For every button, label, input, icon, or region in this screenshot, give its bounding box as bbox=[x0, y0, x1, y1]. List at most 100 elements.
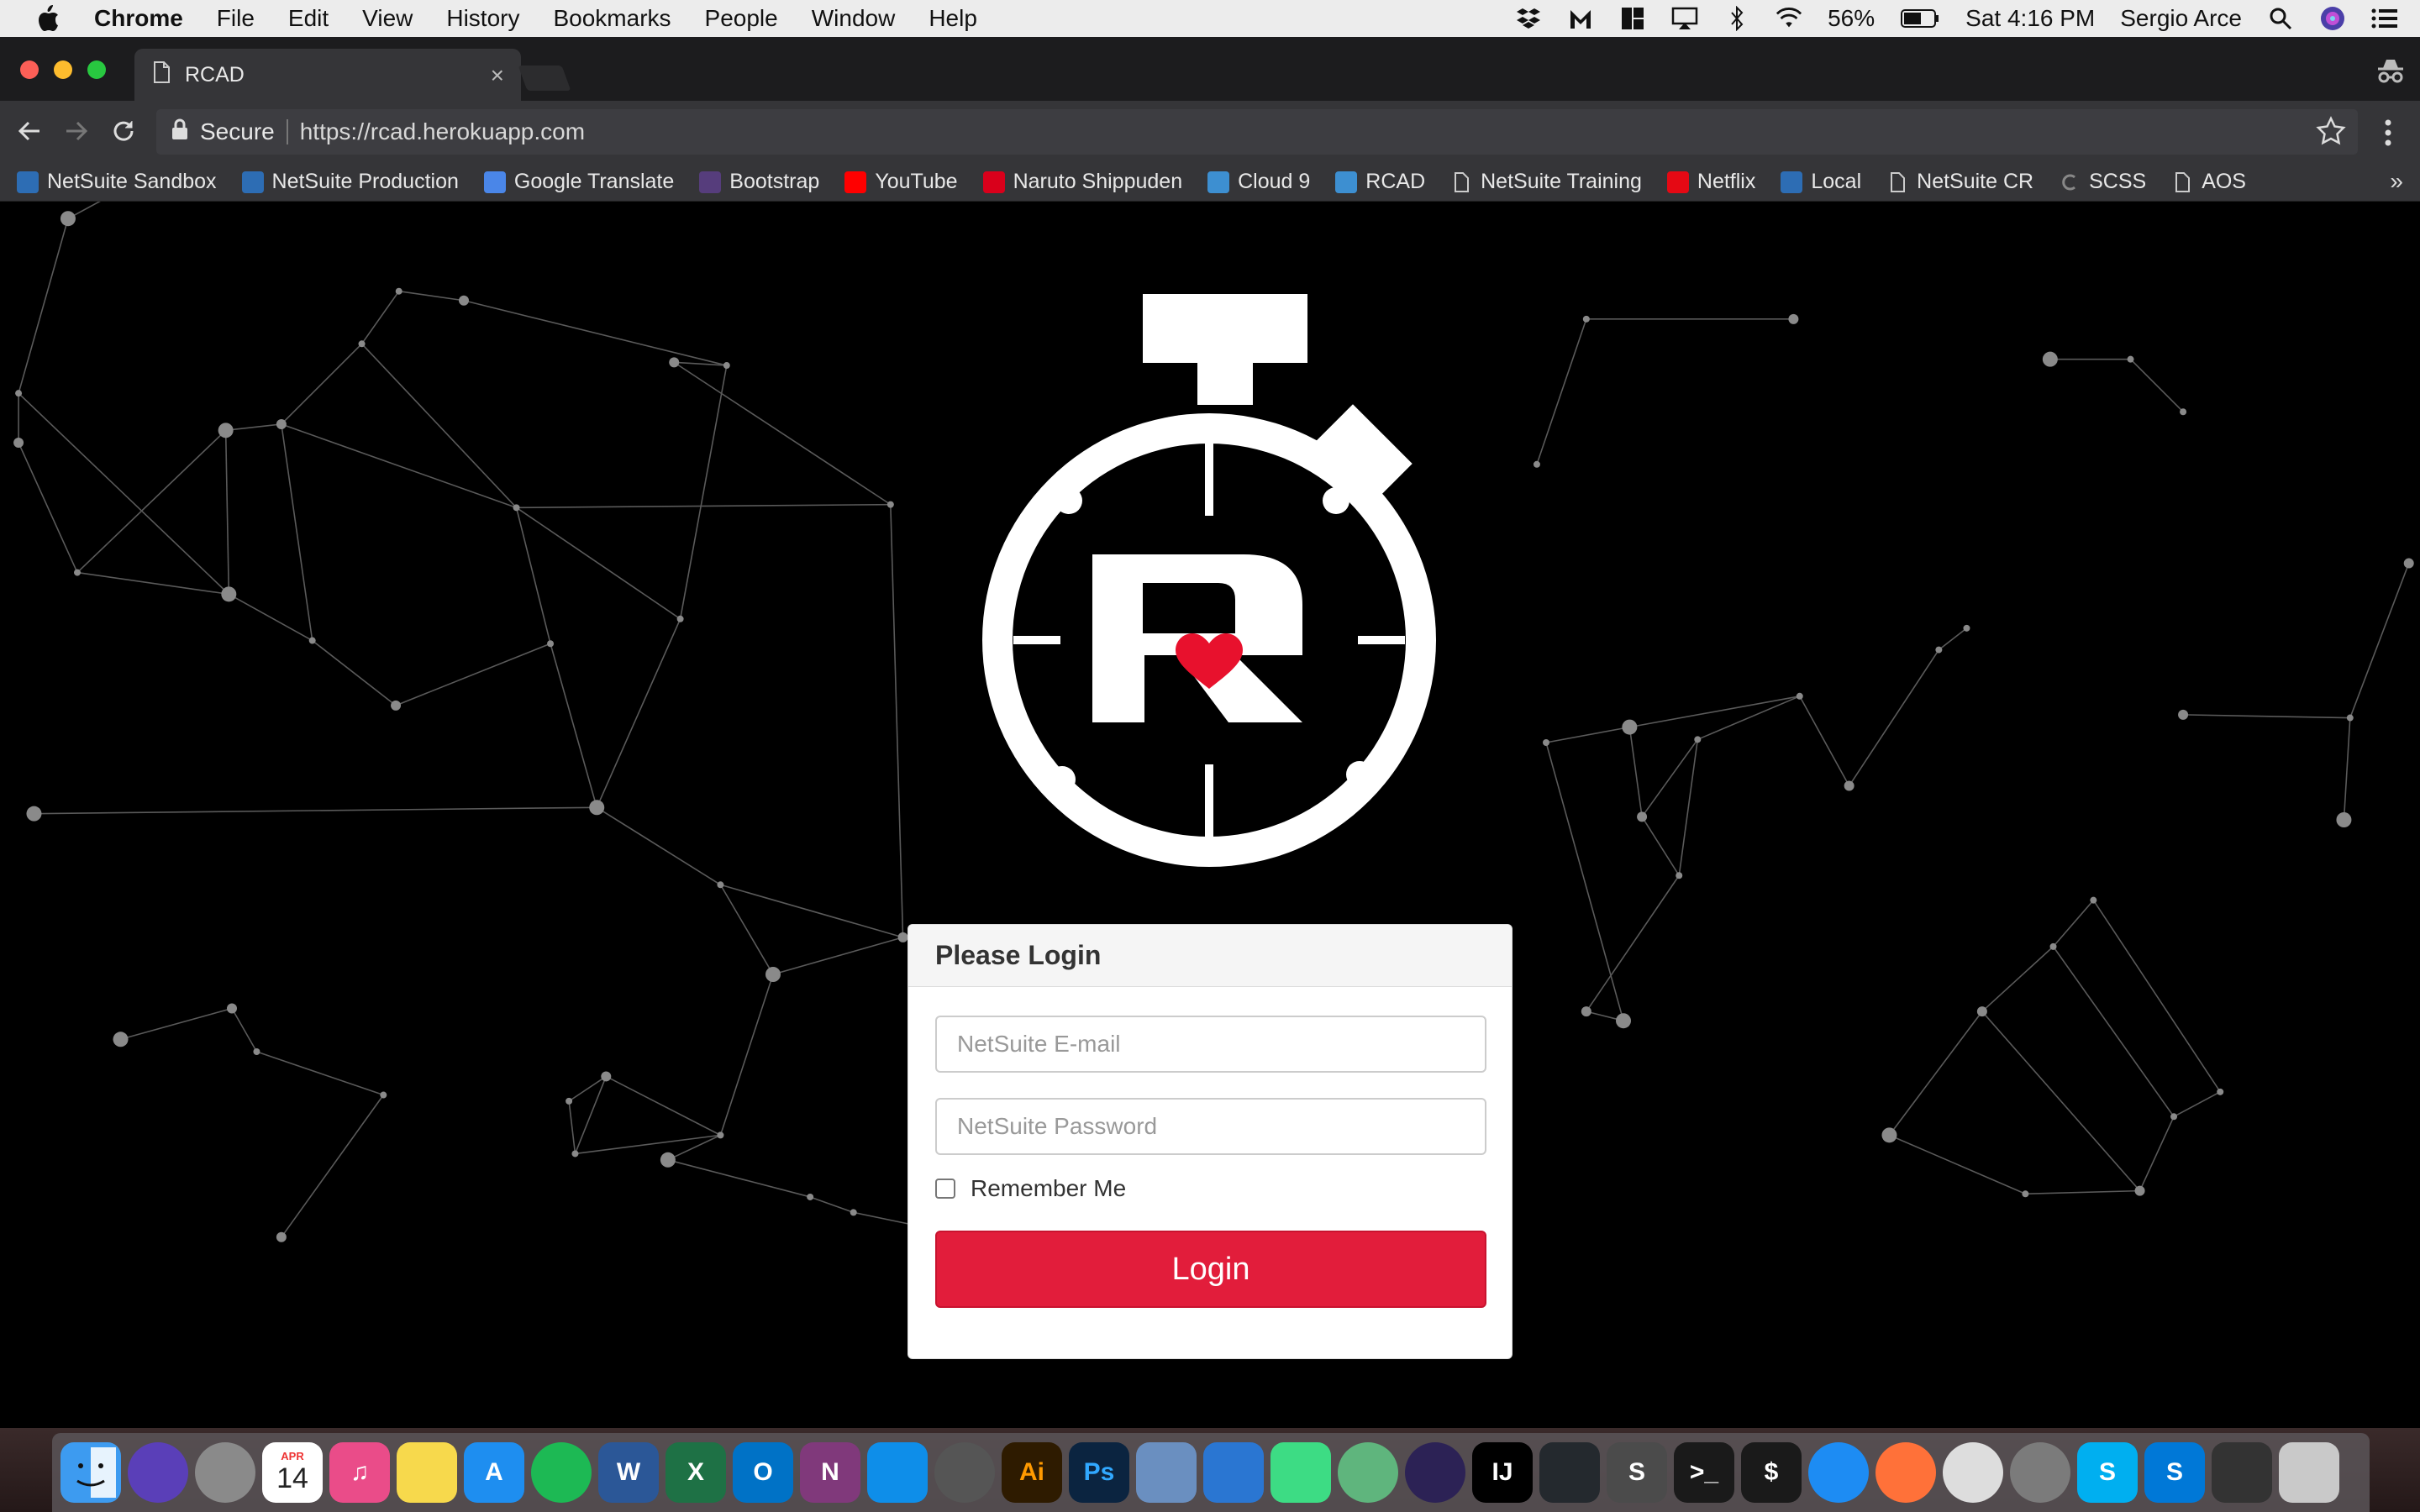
malwarebytes-icon[interactable] bbox=[1567, 5, 1594, 32]
menu-help[interactable]: Help bbox=[929, 5, 977, 32]
network-line bbox=[281, 1095, 384, 1238]
android-studio-icon[interactable] bbox=[1270, 1442, 1331, 1503]
illustrator-icon[interactable]: Ai bbox=[1002, 1442, 1062, 1503]
siri-icon[interactable] bbox=[2319, 5, 2346, 32]
bookmark-item[interactable]: Netflix bbox=[1666, 170, 1755, 194]
trash-icon[interactable] bbox=[2279, 1442, 2339, 1503]
new-tab-button[interactable] bbox=[518, 66, 571, 91]
system-preferences-icon[interactable] bbox=[2010, 1442, 2070, 1503]
menu-bookmarks[interactable]: Bookmarks bbox=[553, 5, 671, 32]
eclipse-icon[interactable] bbox=[1405, 1442, 1465, 1503]
chrome-menu-icon[interactable] bbox=[2378, 118, 2398, 148]
lock-icon[interactable] bbox=[171, 118, 188, 146]
close-window-icon[interactable] bbox=[20, 60, 39, 79]
bookmark-item[interactable]: Local bbox=[1781, 170, 1861, 194]
itunes-icon[interactable]: ♫ bbox=[329, 1442, 390, 1503]
menu-edit[interactable]: Edit bbox=[288, 5, 329, 32]
wifi-icon[interactable] bbox=[1776, 5, 1802, 32]
terminal-icon[interactable]: >_ bbox=[1674, 1442, 1734, 1503]
instruments-icon[interactable] bbox=[934, 1442, 995, 1503]
secure-label[interactable]: Secure bbox=[200, 118, 275, 145]
launchpad-icon[interactable] bbox=[195, 1442, 255, 1503]
bookmark-item[interactable]: Naruto Shippuden bbox=[982, 170, 1182, 194]
menu-file[interactable]: File bbox=[217, 5, 255, 32]
apple-icon[interactable] bbox=[34, 4, 62, 33]
calendar-icon[interactable]: APR 14 bbox=[262, 1442, 323, 1503]
remember-me-checkbox[interactable] bbox=[935, 1179, 955, 1199]
bookmark-item[interactable]: NetSuite Training bbox=[1450, 170, 1642, 194]
virtualbox-icon[interactable] bbox=[1136, 1442, 1197, 1503]
vscode-icon[interactable] bbox=[1539, 1442, 1600, 1503]
firefox-icon[interactable] bbox=[1876, 1442, 1936, 1503]
bookmark-item[interactable]: AOS bbox=[2171, 170, 2246, 194]
bookmark-item[interactable]: Cloud 9 bbox=[1207, 170, 1310, 194]
bookmark-star-icon[interactable] bbox=[2316, 116, 2349, 150]
menubar-user[interactable]: Sergio Arce bbox=[2120, 5, 2242, 32]
skype-business-icon[interactable]: S bbox=[2144, 1442, 2205, 1503]
bookmark-item[interactable]: SCSS bbox=[2059, 170, 2146, 194]
skype-business-glyph: S bbox=[2165, 1458, 2183, 1486]
bookmark-item[interactable]: RCAD bbox=[1335, 170, 1425, 194]
menu-window[interactable]: Window bbox=[812, 5, 896, 32]
email-input[interactable] bbox=[935, 1016, 1486, 1073]
bookmark-item[interactable]: NetSuite CR bbox=[1886, 170, 2033, 194]
menu-people[interactable]: People bbox=[705, 5, 778, 32]
excel-icon[interactable]: X bbox=[666, 1442, 726, 1503]
sublime-icon[interactable]: S bbox=[1607, 1442, 1667, 1503]
login-button[interactable]: Login bbox=[935, 1231, 1486, 1308]
intellij-icon[interactable]: IJ bbox=[1472, 1442, 1533, 1503]
bookmarks-overflow-icon[interactable]: » bbox=[2390, 168, 2403, 195]
menu-app-name[interactable]: Chrome bbox=[94, 5, 183, 32]
remember-me-label[interactable]: Remember Me bbox=[971, 1175, 1126, 1202]
atom-icon[interactable] bbox=[1338, 1442, 1398, 1503]
bluetooth-icon[interactable] bbox=[1723, 5, 1750, 32]
notes-icon[interactable] bbox=[397, 1442, 457, 1503]
photoshop-icon[interactable]: Ps bbox=[1069, 1442, 1129, 1503]
siri-icon[interactable] bbox=[128, 1442, 188, 1503]
menu-history[interactable]: History bbox=[446, 5, 519, 32]
bookmark-item[interactable]: Google Translate bbox=[483, 170, 674, 194]
screen-icon[interactable] bbox=[2212, 1442, 2272, 1503]
bookmark-item[interactable]: NetSuite Production bbox=[241, 170, 459, 194]
airplay-icon[interactable] bbox=[1671, 5, 1698, 32]
tab-close-icon[interactable]: × bbox=[491, 62, 504, 89]
bookmark-item[interactable]: NetSuite Sandbox bbox=[17, 170, 217, 194]
teamviewer-icon[interactable] bbox=[867, 1442, 928, 1503]
forward-arrow-icon[interactable] bbox=[60, 115, 92, 147]
remember-me-option[interactable]: Remember Me bbox=[935, 1175, 1126, 1202]
incognito-icon[interactable] bbox=[2375, 55, 2407, 87]
window-manager-icon[interactable] bbox=[1619, 5, 1646, 32]
spotify-icon[interactable] bbox=[531, 1442, 592, 1503]
network-node bbox=[221, 586, 237, 602]
safari-icon[interactable] bbox=[1808, 1442, 1869, 1503]
battery-icon[interactable] bbox=[1900, 5, 1940, 32]
dropbox-icon[interactable] bbox=[1515, 5, 1542, 32]
tab-rcad[interactable]: RCAD × bbox=[134, 49, 521, 101]
network-node bbox=[395, 287, 402, 295]
network-node bbox=[1796, 692, 1803, 700]
bookmark-item[interactable]: Bootstrap bbox=[699, 170, 819, 194]
skype-icon[interactable]: S bbox=[2077, 1442, 2138, 1503]
netflix-icon bbox=[1666, 171, 1689, 193]
minimize-window-icon[interactable] bbox=[54, 60, 72, 79]
reload-icon[interactable] bbox=[108, 115, 139, 147]
word-icon[interactable]: W bbox=[598, 1442, 659, 1503]
address-bar[interactable]: Secure https://rcad.herokuapp.com bbox=[156, 109, 2358, 155]
console-icon[interactable]: $ bbox=[1741, 1442, 1802, 1503]
xcode-icon[interactable] bbox=[1203, 1442, 1264, 1503]
password-input[interactable] bbox=[935, 1098, 1486, 1155]
menu-view[interactable]: View bbox=[362, 5, 413, 32]
url-text[interactable]: https://rcad.herokuapp.com bbox=[300, 118, 585, 145]
finder-icon[interactable] bbox=[60, 1442, 121, 1503]
back-arrow-icon[interactable] bbox=[13, 115, 45, 147]
zoom-window-icon[interactable] bbox=[87, 60, 106, 79]
onenote-icon[interactable]: N bbox=[800, 1442, 860, 1503]
notification-center-icon[interactable] bbox=[2371, 5, 2398, 32]
bookmark-item[interactable]: YouTube bbox=[844, 170, 958, 194]
menubar-clock[interactable]: Sat 4:16 PM bbox=[1965, 5, 2095, 32]
chrome-icon[interactable] bbox=[1943, 1442, 2003, 1503]
app-store-icon[interactable]: A bbox=[464, 1442, 524, 1503]
youtube-icon bbox=[844, 171, 867, 193]
outlook-icon[interactable]: O bbox=[733, 1442, 793, 1503]
spotlight-search-icon[interactable] bbox=[2267, 5, 2294, 32]
